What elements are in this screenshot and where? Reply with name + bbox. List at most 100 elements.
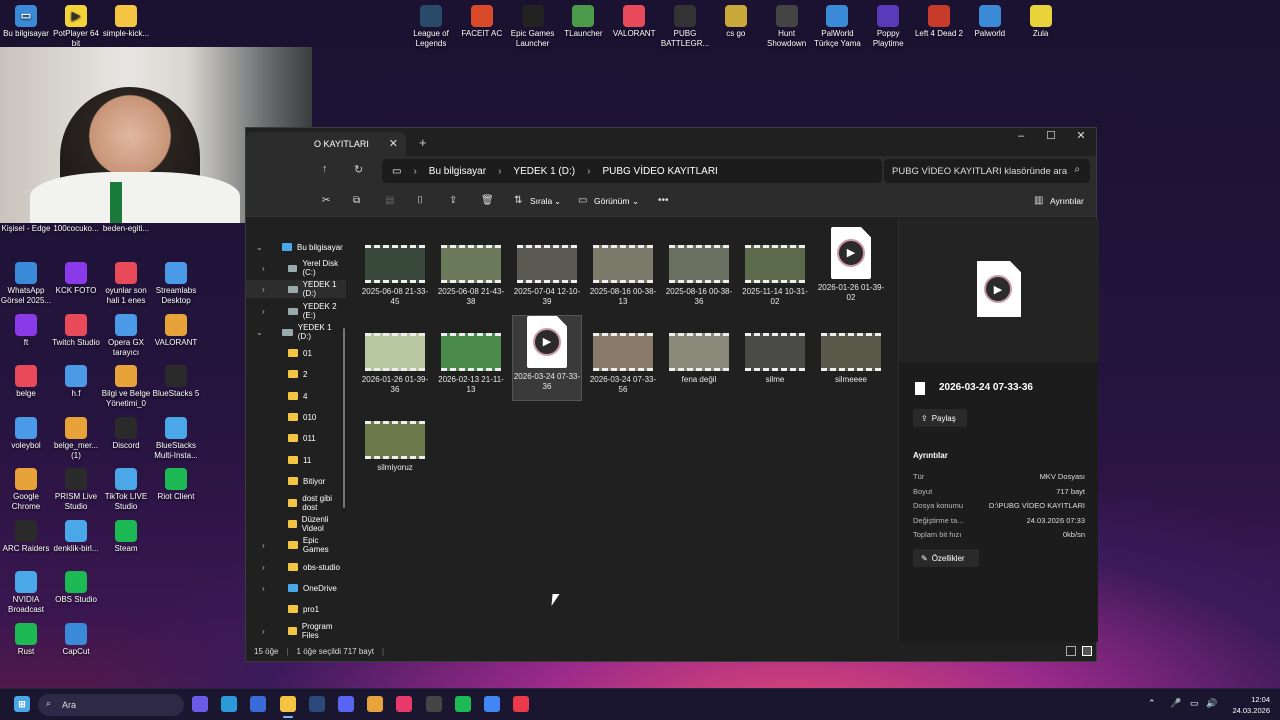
desktop-icon[interactable]: belge_mer... (1) [50, 416, 102, 461]
chevron-down-icon[interactable]: ⌄ [256, 243, 263, 252]
up-arrow-icon[interactable]: ↑ [322, 163, 328, 175]
desktop-icon-game[interactable]: Epic Games Launcher [507, 5, 559, 49]
desktop-icon[interactable]: ft [0, 313, 52, 348]
view-icon[interactable]: ▭ [578, 195, 587, 206]
chevron-right-icon[interactable]: › [262, 563, 265, 572]
search-input[interactable]: PUBG VİDEO KAYITLARI klasöründe ara ⌕ [884, 159, 1090, 183]
sort-button[interactable]: Sırala [530, 196, 552, 206]
details-pane-icon[interactable]: ▥ [1034, 195, 1043, 206]
desktop-icon[interactable]: 100cocuko... [50, 224, 102, 234]
discord-icon[interactable] [338, 696, 354, 712]
desktop-icon[interactable]: NVIDIA Broadcast [0, 571, 52, 615]
desktop-icon-game[interactable]: Poppy Playtime [862, 5, 914, 49]
chrome-icon[interactable] [367, 696, 384, 712]
rename-icon[interactable]: ⌷ [417, 195, 423, 206]
desktop-icon[interactable]: h.f [50, 365, 102, 399]
desktop-icon[interactable]: PRISM Live Studio [50, 468, 102, 512]
properties-button[interactable]: ✎ Özellikler [913, 549, 979, 567]
copy-icon[interactable]: ⧉ [353, 195, 360, 206]
close-window-icon[interactable]: ✕ [1066, 128, 1096, 144]
desktop-icon-game[interactable]: Zula [1015, 5, 1067, 39]
chevron-right-icon[interactable]: › [262, 285, 265, 294]
desktop-icon[interactable]: BlueStacks 5 [150, 365, 202, 399]
desktop-icon-folder[interactable]: simple-kick... [100, 5, 152, 39]
clock[interactable]: 12:04 24.03.2026 [1232, 694, 1270, 716]
tray-chevron-icon[interactable]: ⌃ [1148, 698, 1156, 709]
file-item[interactable]: 2025-08-16 00-38-36 [664, 227, 734, 306]
details-view-icon[interactable] [1066, 646, 1076, 656]
desktop-icon[interactable]: denklik-birl... [50, 519, 102, 554]
desktop-icon[interactable]: CapCut [50, 622, 102, 657]
nav-item[interactable]: Düzenli Videol [246, 515, 346, 533]
nav-item[interactable]: 011 [246, 429, 346, 447]
paste-icon[interactable]: ▤ [385, 195, 394, 206]
speaker-icon[interactable]: 🔊 [1206, 698, 1217, 709]
nav-item[interactable]: 2 [246, 365, 346, 383]
cut-icon[interactable]: ✂ [322, 195, 330, 206]
nav-item[interactable]: ⌄ Bu bilgisayar [246, 238, 346, 256]
file-item[interactable]: 2026-01-26 01-39-36 [360, 315, 430, 394]
view-button[interactable]: Görünüm [594, 196, 629, 206]
desktop-icon-game[interactable]: Hunt Showdown [761, 5, 813, 49]
tiktok-icon[interactable] [396, 696, 413, 712]
desktop-icon-game[interactable]: VALORANT [608, 5, 660, 39]
nav-item[interactable]: › OneDrive [246, 579, 346, 597]
desktop-icon[interactable]: Google Chrome [0, 468, 52, 512]
chevron-right-icon[interactable]: › [262, 541, 265, 550]
more-icon[interactable]: ••• [658, 195, 669, 206]
desktop-icon-game[interactable]: Left 4 Dead 2 [913, 5, 965, 39]
file-item[interactable]: silmiyoruz [360, 403, 430, 481]
nav-item[interactable]: Bitiyor [246, 472, 346, 490]
file-item[interactable]: 2026-02-13 21-11-13 [436, 315, 506, 394]
desktop-icon[interactable]: BlueStacks Multi-Insta... [150, 416, 202, 461]
desktop-icon-this-pc[interactable]: ▭ Bu bilgisayar [0, 5, 52, 39]
sort-icon[interactable]: ⇅ [514, 195, 522, 206]
desktop-icon[interactable]: Opera GX tarayıcı [100, 313, 152, 358]
desktop-icon[interactable]: Kişisel - Edge [0, 224, 52, 234]
explorer-icon[interactable] [279, 696, 296, 718]
maximize-icon[interactable]: ☐ [1036, 128, 1066, 144]
desktop-icon[interactable]: Twitch Studio [50, 313, 102, 348]
desktop-icon[interactable]: oyunlar son hali 1 enes [100, 262, 152, 306]
file-item[interactable]: 2025-07-04 12-10-39 [512, 227, 582, 306]
desktop-icon[interactable]: ARC Raiders [0, 519, 52, 554]
desktop-icon[interactable]: belge [0, 365, 52, 399]
desktop-icon[interactable]: Discord [100, 416, 152, 451]
refresh-icon[interactable]: ↻ [354, 163, 363, 176]
desktop-icon[interactable]: Streamlabs Desktop [150, 262, 202, 306]
desktop-icon-game[interactable]: PUBG BATTLEGR... [659, 5, 711, 49]
delete-icon[interactable]: 🗑 [481, 195, 494, 206]
details-toggle-button[interactable]: Ayrıntılar [1050, 196, 1084, 206]
desktop-icon[interactable]: OBS Studio [50, 571, 102, 605]
steam-icon[interactable] [308, 696, 325, 712]
file-item[interactable]: 2025-06-08 21-33-45 [360, 227, 430, 306]
copilot-icon[interactable] [192, 696, 208, 712]
desktop-icon[interactable]: KCK FOTO [50, 262, 102, 296]
tab-active[interactable]: O KAYITLARI ✕ [246, 132, 406, 156]
nav-item[interactable]: ⌄ YEDEK 1 (D:) [246, 323, 346, 341]
nav-item[interactable]: › YEDEK 2 (E:) [246, 302, 346, 320]
file-item[interactable]: 2025-11-14 10-31-02 [740, 227, 810, 306]
obs-icon[interactable] [425, 696, 442, 712]
nav-item[interactable]: 11 [246, 451, 346, 469]
desktop-icon[interactable]: beden-egiti... [100, 224, 152, 234]
spotify-icon[interactable] [454, 696, 471, 712]
nav-scrollbar[interactable] [343, 328, 345, 508]
chevron-right-icon[interactable]: › [262, 584, 265, 593]
share-icon[interactable]: ⇪ [449, 195, 457, 206]
network-icon[interactable]: ▭ [1190, 698, 1199, 709]
minimize-icon[interactable]: – [1006, 128, 1036, 144]
chrome2-icon[interactable] [484, 696, 500, 712]
file-item[interactable]: fena değil [664, 315, 734, 393]
breadcrumb-drive[interactable]: YEDEK 1 (D:) [513, 166, 575, 177]
nav-item[interactable]: › Epic Games [246, 536, 346, 554]
desktop-icon-game[interactable]: League of Legends [405, 5, 457, 49]
chevron-right-icon[interactable]: › [262, 627, 265, 636]
nav-item[interactable]: 01 [246, 344, 346, 362]
start-windows-icon[interactable]: ⊞ [14, 696, 30, 712]
breadcrumb[interactable]: ▭ › Bu bilgisayar › YEDEK 1 (D:) › PUBG … [382, 159, 882, 183]
desktop-icon[interactable]: Bilgi ve Belge Yönetimi_0 [100, 365, 152, 409]
store-icon[interactable] [250, 696, 267, 712]
desktop-icon[interactable]: VALORANT [150, 313, 202, 348]
microphone-icon[interactable]: 🎤 [1170, 698, 1181, 709]
